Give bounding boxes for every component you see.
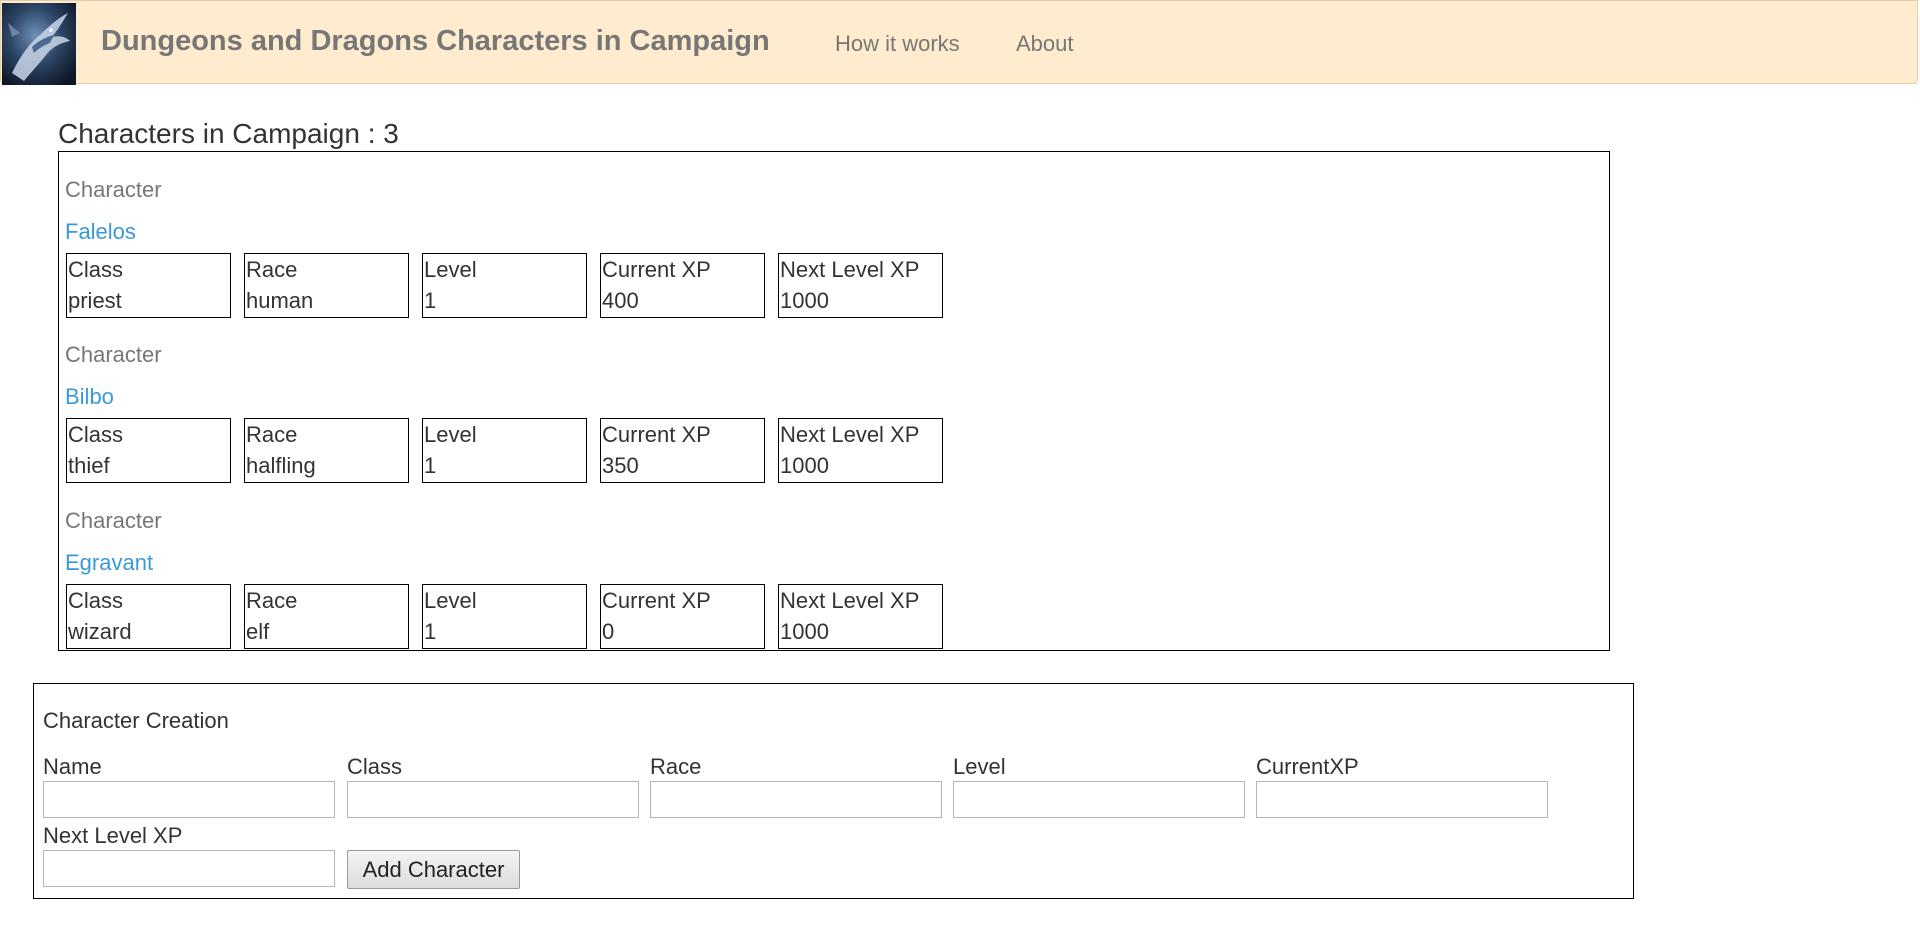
character-name-link[interactable]: Egravant — [65, 550, 153, 576]
character-name-link[interactable]: Bilbo — [65, 384, 114, 410]
stat-label: Level — [424, 422, 477, 447]
stat-label: Current XP — [602, 422, 711, 447]
stat-value: wizard — [68, 619, 132, 644]
characters-panel: Character Falelos Class priest Race huma… — [58, 151, 1610, 651]
stat-race: Race human — [244, 253, 409, 318]
stat-class: Class thief — [66, 418, 231, 483]
stat-label: Level — [424, 588, 477, 613]
next-level-xp-label: Next Level XP — [43, 823, 183, 848]
stat-label: Level — [424, 257, 477, 282]
stat-label: Class — [68, 588, 124, 613]
stat-value: 1 — [424, 453, 437, 478]
nav-link-about[interactable]: About — [1016, 31, 1074, 57]
stat-level: Level 1 — [422, 584, 587, 649]
stat-next-level-xp: Next Level XP 1000 — [778, 418, 943, 483]
stat-label: Class — [68, 257, 124, 282]
nav-link-how-it-works[interactable]: How it works — [835, 31, 960, 57]
stat-next-level-xp: Next Level XP 1000 — [778, 253, 943, 318]
top-navbar: Dungeons and Dragons Characters in Campa… — [0, 0, 1918, 85]
character-tag: Character — [65, 177, 162, 202]
stat-level: Level 1 — [422, 253, 587, 318]
race-input[interactable] — [650, 781, 942, 818]
stat-value: 1000 — [780, 453, 829, 478]
character-tag: Character — [65, 342, 162, 367]
stat-value: 0 — [602, 619, 615, 644]
character-tag: Character — [65, 508, 162, 533]
stat-value: 1000 — [780, 619, 829, 644]
brand-title[interactable]: Dungeons and Dragons Characters in Campa… — [101, 25, 770, 58]
name-label: Name — [43, 754, 102, 779]
add-character-button[interactable]: Add Character — [347, 850, 520, 889]
stat-level: Level 1 — [422, 418, 587, 483]
character-name-link[interactable]: Falelos — [65, 219, 136, 245]
stat-value: halfling — [246, 453, 316, 478]
stat-label: Race — [246, 588, 298, 613]
stat-current-xp: Current XP 350 — [600, 418, 765, 483]
stat-value: 350 — [602, 453, 639, 478]
current-xp-input[interactable] — [1256, 781, 1548, 818]
character-card: Character Falelos Class priest Race huma… — [59, 152, 1609, 318]
stat-value: 1 — [424, 288, 437, 313]
stat-value: human — [246, 288, 314, 313]
race-label: Race — [650, 754, 702, 779]
stat-class: Class wizard — [66, 584, 231, 649]
stat-label: Next Level XP — [780, 257, 920, 282]
stat-value: 1 — [424, 619, 437, 644]
stat-label: Next Level XP — [780, 588, 920, 613]
stat-race: Race halfling — [244, 418, 409, 483]
level-label: Level — [953, 754, 1006, 779]
stat-label: Class — [68, 422, 124, 447]
class-label: Class — [347, 754, 403, 779]
stat-label: Race — [246, 257, 298, 282]
class-input[interactable] — [347, 781, 639, 818]
dragon-logo[interactable] — [2, 3, 76, 85]
dragon-logo-image — [2, 3, 76, 85]
next-level-xp-input[interactable] — [43, 850, 335, 887]
stat-label: Current XP — [602, 257, 711, 282]
character-creation-form: Character Creation Name Class Race Level… — [33, 683, 1634, 899]
stat-current-xp: Current XP 0 — [600, 584, 765, 649]
stat-race: Race elf — [244, 584, 409, 649]
character-card: Character Egravant Class wizard Race elf… — [59, 483, 1609, 649]
stat-value: 400 — [602, 288, 639, 313]
stat-current-xp: Current XP 400 — [600, 253, 765, 318]
character-card: Character Bilbo Class thief Race halflin… — [59, 317, 1609, 483]
stat-value: 1000 — [780, 288, 829, 313]
stat-label: Race — [246, 422, 298, 447]
name-input[interactable] — [43, 781, 335, 818]
stat-label: Current XP — [602, 588, 711, 613]
form-title: Character Creation — [43, 708, 229, 733]
current-xp-label: CurrentXP — [1256, 754, 1359, 779]
stat-label: Next Level XP — [780, 422, 920, 447]
stat-value: elf — [246, 619, 270, 644]
stat-value: priest — [68, 288, 122, 313]
level-input[interactable] — [953, 781, 1245, 818]
stat-class: Class priest — [66, 253, 231, 318]
characters-count-heading: Characters in Campaign : 3 — [58, 118, 399, 149]
stat-value: thief — [68, 453, 110, 478]
stat-next-level-xp: Next Level XP 1000 — [778, 584, 943, 649]
